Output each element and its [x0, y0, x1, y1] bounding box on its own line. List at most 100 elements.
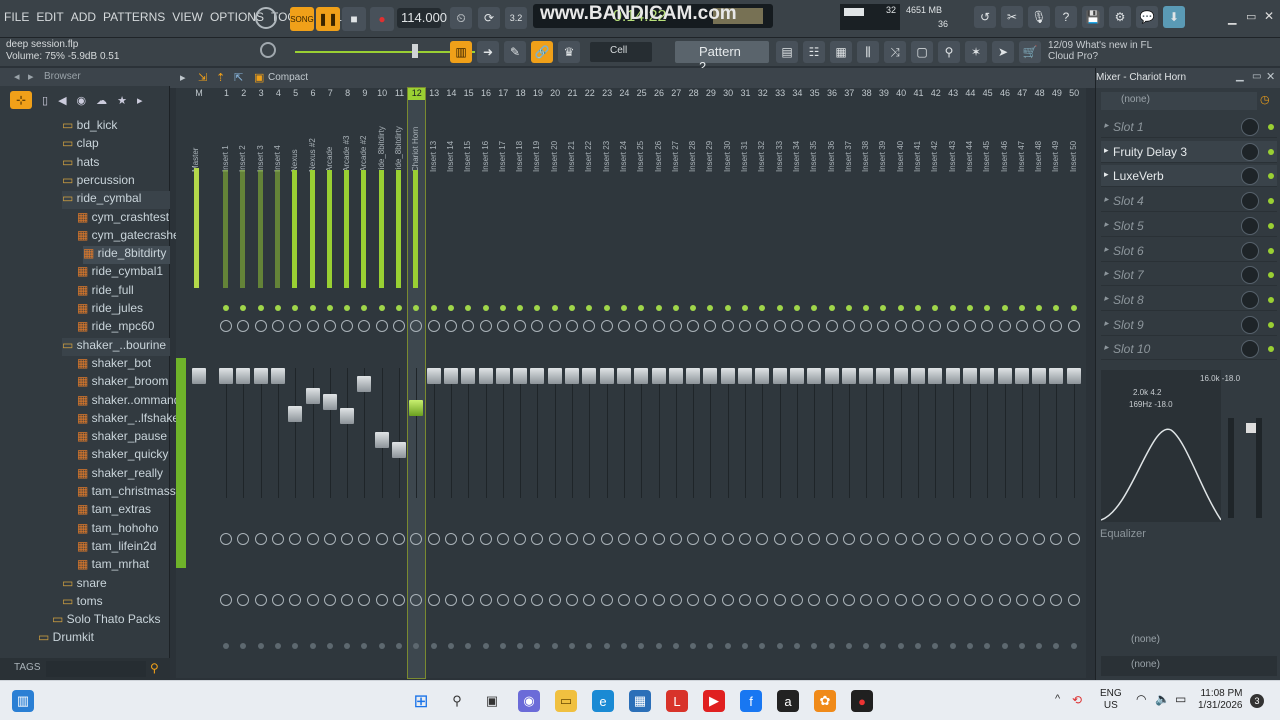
insert-strip[interactable]: 5 Nexus — [287, 88, 304, 678]
strip-on-led[interactable] — [430, 305, 437, 311]
stereo-knob[interactable] — [237, 533, 250, 545]
insert-strip[interactable]: 28 Insert 28 — [685, 88, 702, 678]
insert-strip[interactable]: 50 Insert 50 — [1066, 88, 1083, 678]
strip-on-led[interactable] — [759, 305, 766, 311]
route-knob[interactable] — [635, 594, 648, 606]
routing-icon[interactable]: ⤨ — [884, 41, 906, 63]
pan-knob[interactable] — [842, 320, 855, 332]
insert-strip[interactable]: 34 Insert 34 — [789, 88, 806, 678]
strip-on-led[interactable] — [880, 305, 887, 311]
volume-fader[interactable] — [357, 376, 372, 392]
strip-on-led[interactable] — [1036, 305, 1043, 311]
browser-file[interactable]: ▦ ride_8bitdirty — [83, 246, 170, 265]
insert-strip[interactable]: 13 Insert 13 — [426, 88, 443, 678]
browser-folder[interactable]: ▭ shaker_..bourine — [62, 337, 170, 356]
strip-on-led[interactable] — [240, 305, 247, 311]
volume-fader[interactable] — [530, 368, 545, 384]
route-knob[interactable] — [963, 594, 976, 606]
volume-fader[interactable] — [288, 406, 303, 422]
route-knob[interactable] — [739, 594, 751, 606]
strip-on-led[interactable] — [620, 305, 627, 311]
fx-slot[interactable]: ▸ Slot 1 — [1101, 116, 1277, 138]
stereo-knob[interactable] — [566, 533, 578, 545]
insert-strip[interactable]: 29 Insert 29 — [702, 88, 719, 678]
volume-fader[interactable] — [461, 368, 476, 384]
route-knob[interactable] — [237, 594, 250, 606]
route-knob[interactable] — [306, 594, 319, 606]
slot-mix-knob[interactable] — [1241, 167, 1259, 186]
pan-knob[interactable] — [271, 320, 284, 332]
volume-fader[interactable] — [495, 368, 510, 384]
slot-arrow-icon[interactable]: ▸ — [1104, 169, 1109, 180]
stereo-knob[interactable] — [583, 533, 596, 545]
slot-arrow-icon[interactable]: ▸ — [1104, 145, 1109, 156]
send-arrow[interactable] — [447, 643, 454, 649]
stereo-knob[interactable] — [617, 533, 630, 545]
insert-strip[interactable]: 44 Insert 44 — [962, 88, 979, 678]
stereo-knob[interactable] — [1033, 533, 1046, 545]
insert-strip[interactable]: 26 Insert 26 — [651, 88, 668, 678]
route-knob[interactable] — [842, 594, 855, 606]
route-knob[interactable] — [358, 594, 371, 606]
strip-on-led[interactable] — [534, 305, 541, 311]
export-icon[interactable]: ➤ — [992, 41, 1014, 63]
volume-fader[interactable] — [582, 368, 597, 384]
slot-mix-knob[interactable] — [1241, 192, 1259, 211]
windows-start-icon[interactable]: ⊞ — [410, 690, 432, 712]
pan-knob[interactable] — [566, 320, 578, 332]
browser-file[interactable]: ▦ cym_gatecrashed — [77, 228, 186, 246]
pan-knob[interactable] — [444, 320, 457, 332]
volume-fader[interactable] — [322, 394, 337, 410]
fx-slot[interactable]: ▸ Slot 4 — [1101, 190, 1277, 213]
stereo-knob[interactable] — [652, 533, 665, 545]
volume-fader[interactable] — [703, 368, 718, 384]
slot-enable-led[interactable] — [1268, 148, 1274, 155]
volume-fader[interactable] — [513, 368, 528, 384]
strip-on-led[interactable] — [603, 305, 610, 311]
tempo-display[interactable]: 114.000 — [397, 8, 447, 28]
send-arrow[interactable] — [1053, 643, 1060, 649]
slot-mix-knob[interactable] — [1241, 216, 1259, 235]
store-app-icon[interactable]: ▦ — [629, 690, 651, 712]
pan-knob[interactable] — [1067, 320, 1080, 332]
menu-file[interactable]: FILE — [4, 10, 29, 24]
strip-on-led[interactable] — [1001, 305, 1008, 311]
insert-strip[interactable]: 33 Insert 33 — [772, 88, 789, 678]
youtube-icon[interactable]: ▶ — [703, 690, 725, 712]
send-arrow[interactable] — [240, 643, 247, 649]
strip-on-led[interactable] — [499, 305, 506, 311]
minimize-icon[interactable]: ▁ — [1228, 12, 1236, 25]
more-icon[interactable]: ▸ — [137, 94, 143, 107]
volume-fader[interactable] — [270, 368, 285, 384]
master-pitch-slider[interactable] — [295, 51, 475, 53]
pan-knob[interactable] — [894, 320, 907, 332]
volume-fader[interactable] — [997, 368, 1012, 384]
pan-knob[interactable] — [514, 320, 527, 332]
stereo-knob[interactable] — [773, 533, 786, 545]
insert-strip[interactable]: 45 Insert 45 — [979, 88, 996, 678]
panel-close-icon[interactable]: ✕ — [1266, 70, 1275, 83]
volume-fader[interactable] — [305, 388, 320, 404]
input-select[interactable]: (none) — [1101, 92, 1257, 110]
insert-strip[interactable]: 39 Insert 39 — [875, 88, 892, 678]
stereo-knob[interactable] — [306, 533, 319, 545]
pan-knob[interactable] — [375, 320, 388, 332]
pan-knob[interactable] — [825, 320, 838, 332]
insert-strip[interactable]: 17 Insert 17 — [495, 88, 512, 678]
insert-strip[interactable]: 20 Insert 20 — [547, 88, 564, 678]
volume-fader[interactable] — [686, 368, 701, 384]
slot-enable-led[interactable] — [1268, 222, 1274, 229]
slot-arrow-icon[interactable]: ▸ — [1104, 194, 1109, 205]
strip-on-led[interactable] — [378, 305, 385, 311]
volume-fader[interactable] — [789, 368, 804, 384]
browser-file[interactable]: ▦ cym_crashtest — [77, 210, 169, 228]
stereo-knob[interactable] — [860, 533, 873, 545]
stereo-knob[interactable] — [220, 533, 232, 545]
download-icon[interactable]: ⬇ — [1163, 6, 1185, 28]
insert-strip[interactable]: 40 Insert 40 — [893, 88, 910, 678]
browser-folder[interactable]: ▭ Solo Thato Packs — [52, 612, 161, 630]
route-knob[interactable] — [825, 594, 838, 606]
route-knob[interactable] — [271, 594, 284, 606]
slot-enable-led[interactable] — [1268, 173, 1274, 180]
pan-knob[interactable] — [496, 320, 509, 332]
